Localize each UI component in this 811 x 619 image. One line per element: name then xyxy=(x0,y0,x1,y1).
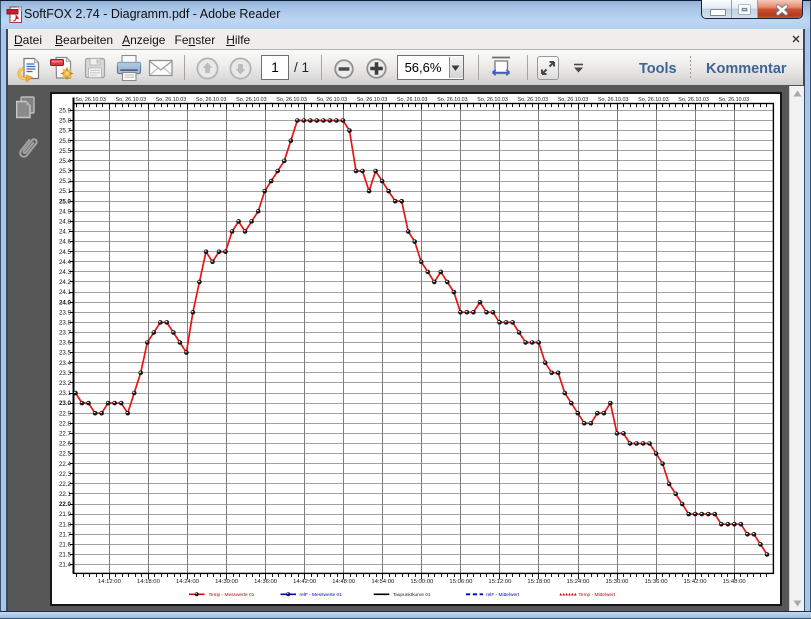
svg-text:25.4: 25.4 xyxy=(59,158,72,165)
svg-text:22.9: 22.9 xyxy=(59,410,72,417)
svg-text:So, 26.10.03: So, 26.10.03 xyxy=(638,97,669,103)
svg-text:14:54:00: 14:54:00 xyxy=(371,579,395,585)
svg-text:22.7: 22.7 xyxy=(59,431,72,438)
svg-text:15:24:00: 15:24:00 xyxy=(567,579,591,585)
svg-text:23.8: 23.8 xyxy=(59,320,72,327)
svg-text:22.5: 22.5 xyxy=(59,451,72,458)
svg-text:24.0: 24.0 xyxy=(59,299,72,306)
svg-text:So, 26.10.03: So, 26.10.03 xyxy=(357,97,388,103)
svg-text:Temp - Mittelwert: Temp - Mittelwert xyxy=(579,592,616,598)
svg-text:14:48:00: 14:48:00 xyxy=(332,579,356,585)
svg-text:Taupunktkurve 01: Taupunktkurve 01 xyxy=(393,592,431,598)
svg-text:24.4: 24.4 xyxy=(59,259,72,266)
svg-text:23.9: 23.9 xyxy=(59,309,72,316)
svg-text:22.2: 22.2 xyxy=(59,481,72,488)
svg-text:relF - Mittelwert: relF - Mittelwert xyxy=(486,592,520,598)
svg-text:15:36:00: 15:36:00 xyxy=(645,579,669,585)
svg-text:So, 26.10.03: So, 26.10.03 xyxy=(558,97,589,103)
svg-text:25.8: 25.8 xyxy=(59,118,72,125)
svg-text:So, 26.10.03: So, 26.10.03 xyxy=(317,97,348,103)
svg-text:14:24:00: 14:24:00 xyxy=(176,579,200,585)
svg-text:23.2: 23.2 xyxy=(59,380,72,387)
svg-text:23.3: 23.3 xyxy=(59,370,72,377)
svg-text:22.8: 22.8 xyxy=(59,420,72,427)
svg-text:25.7: 25.7 xyxy=(59,128,72,135)
svg-text:21.5: 21.5 xyxy=(59,552,72,559)
svg-text:15:30:00: 15:30:00 xyxy=(606,579,630,585)
svg-text:So, 26.10.03: So, 26.10.03 xyxy=(518,97,549,103)
svg-text:So, 26.10.03: So, 26.10.03 xyxy=(598,97,629,103)
svg-text:23.0: 23.0 xyxy=(59,400,72,407)
svg-text:15:00:00: 15:00:00 xyxy=(410,579,434,585)
svg-text:25.9: 25.9 xyxy=(59,108,72,115)
svg-text:So, 26.10.03: So, 26.10.03 xyxy=(75,97,106,103)
svg-text:24.7: 24.7 xyxy=(59,229,72,236)
svg-text:23.5: 23.5 xyxy=(59,350,72,357)
svg-text:So, 26.10.03: So, 26.10.03 xyxy=(196,97,227,103)
svg-text:21.7: 21.7 xyxy=(59,531,72,538)
svg-text:So, 26.10.03: So, 26.10.03 xyxy=(276,97,307,103)
svg-text:25.5: 25.5 xyxy=(59,148,72,155)
svg-text:25.6: 25.6 xyxy=(59,138,72,145)
svg-text:15:12:00: 15:12:00 xyxy=(488,579,512,585)
svg-text:22.3: 22.3 xyxy=(59,471,72,478)
svg-text:21.8: 21.8 xyxy=(59,521,72,528)
svg-text:25.0: 25.0 xyxy=(59,198,72,205)
svg-text:22.4: 22.4 xyxy=(59,461,72,468)
svg-text:24.1: 24.1 xyxy=(59,289,72,296)
svg-text:21.9: 21.9 xyxy=(59,511,72,518)
svg-text:14:30:00: 14:30:00 xyxy=(215,579,239,585)
svg-text:24.5: 24.5 xyxy=(59,249,72,256)
svg-text:21.4: 21.4 xyxy=(59,562,72,569)
svg-text:24.8: 24.8 xyxy=(59,219,72,226)
svg-text:25.2: 25.2 xyxy=(59,178,72,185)
svg-text:23.6: 23.6 xyxy=(59,340,72,347)
svg-text:15:18:00: 15:18:00 xyxy=(527,579,551,585)
svg-text:So, 26.10.03: So, 26.10.03 xyxy=(678,97,709,103)
svg-text:22.6: 22.6 xyxy=(59,441,72,448)
svg-text:relF - Messwerte 01: relF - Messwerte 01 xyxy=(300,592,343,598)
svg-text:So, 26.10.03: So, 26.10.03 xyxy=(477,97,508,103)
svg-text:24.3: 24.3 xyxy=(59,269,72,276)
svg-text:23.7: 23.7 xyxy=(59,330,72,337)
svg-text:14:42:00: 14:42:00 xyxy=(293,579,317,585)
svg-text:14:12:00: 14:12:00 xyxy=(98,579,122,585)
svg-text:15:06:00: 15:06:00 xyxy=(449,579,473,585)
svg-text:24.9: 24.9 xyxy=(59,208,72,215)
svg-text:24.2: 24.2 xyxy=(59,279,72,286)
svg-text:15:48:00: 15:48:00 xyxy=(723,579,747,585)
svg-text:So, 26.10.03: So, 26.10.03 xyxy=(719,97,750,103)
svg-text:23.1: 23.1 xyxy=(59,390,72,397)
svg-text:15:42:00: 15:42:00 xyxy=(684,579,708,585)
svg-text:21.6: 21.6 xyxy=(59,542,72,549)
svg-text:24.6: 24.6 xyxy=(59,239,72,246)
svg-text:So, 26.10.03: So, 26.10.03 xyxy=(397,97,428,103)
svg-text:22.0: 22.0 xyxy=(59,501,72,508)
svg-text:25.3: 25.3 xyxy=(59,168,72,175)
svg-text:So, 26.10.03: So, 26.10.03 xyxy=(236,97,267,103)
svg-text:Temp - Messwerte 01: Temp - Messwerte 01 xyxy=(209,592,255,598)
svg-text:23.4: 23.4 xyxy=(59,360,72,367)
svg-text:22.1: 22.1 xyxy=(59,491,72,498)
svg-text:So, 26.10.03: So, 26.10.03 xyxy=(437,97,468,103)
svg-text:14:18:00: 14:18:00 xyxy=(137,579,161,585)
svg-text:So, 26.10.03: So, 26.10.03 xyxy=(116,97,147,103)
svg-text:So, 26.10.03: So, 26.10.03 xyxy=(156,97,187,103)
svg-text:14:36:00: 14:36:00 xyxy=(254,579,278,585)
svg-text:25.1: 25.1 xyxy=(59,188,72,195)
